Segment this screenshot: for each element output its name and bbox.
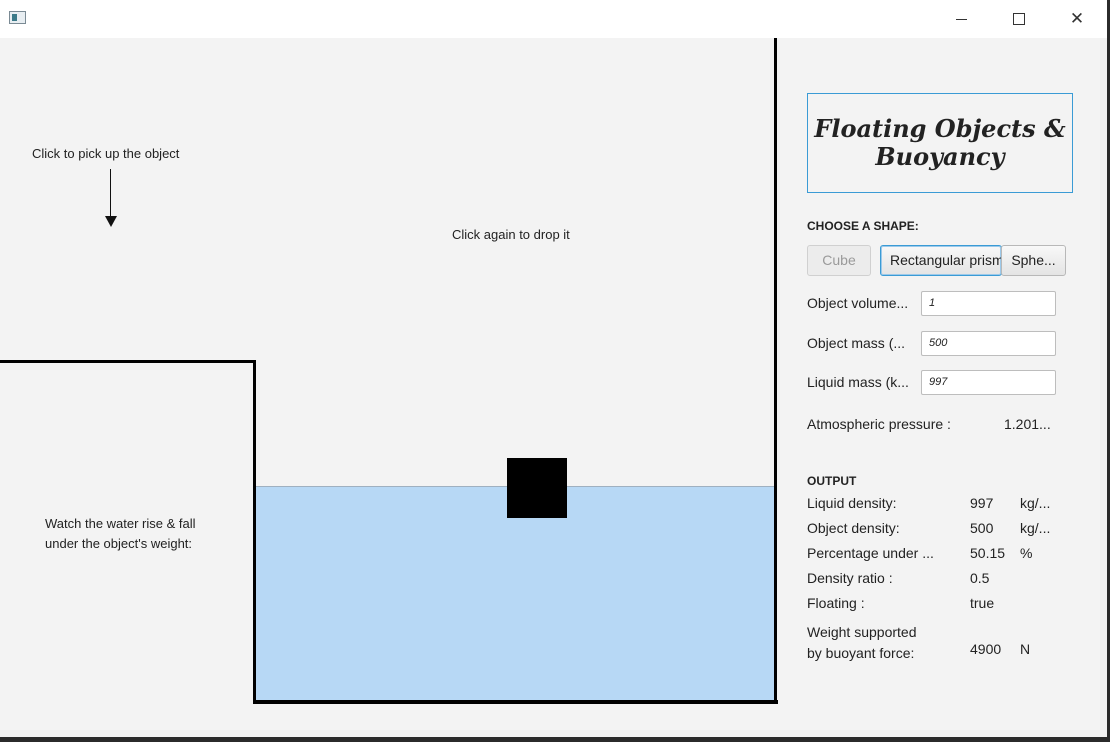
density-ratio-value: 0.5 — [970, 570, 990, 586]
output-heading: OUTPUT — [807, 474, 857, 488]
liquid-density-value: 997 — [970, 495, 994, 511]
weight-supported-unit: N — [1020, 641, 1031, 657]
percentage-under-unit: % — [1020, 545, 1033, 561]
atmospheric-pressure-value: 1.201... — [1004, 416, 1051, 432]
liquid-density-unit: kg/... — [1020, 495, 1051, 511]
floating-object[interactable] — [507, 458, 567, 518]
weight-supported-label: Weight supported by buoyant force: — [807, 622, 916, 664]
tank-right-wall — [774, 38, 777, 704]
app-window-icon — [9, 11, 26, 24]
floating-label: Floating : — [807, 595, 865, 611]
object-volume-label: Object volume... — [807, 295, 909, 311]
arrow-down-icon — [110, 169, 111, 219]
drop-instruction: Click again to drop it — [452, 227, 570, 242]
rectangular-prism-button[interactable]: Rectangular prism — [880, 245, 1002, 276]
cube-button[interactable]: Cube — [807, 245, 871, 276]
watch-label-line2: under the object's weight: — [45, 536, 193, 551]
object-volume-input[interactable]: 1 — [921, 291, 1056, 316]
app-title-box: Floating Objects & Buoyancy — [807, 93, 1073, 193]
app-title-line1: Floating Objects & — [814, 114, 1066, 143]
floating-value: true — [970, 595, 995, 611]
arrow-head-icon — [105, 216, 117, 227]
liquid-density-label: Liquid density: — [807, 495, 897, 511]
watch-water-instruction: Watch the water rise & fall under the ob… — [45, 514, 196, 554]
object-density-unit: kg/... — [1020, 520, 1051, 536]
minimize-icon — [955, 18, 967, 20]
object-mass-label: Object mass (... — [807, 335, 906, 351]
minimize-button[interactable] — [932, 0, 990, 38]
maximize-button[interactable] — [990, 0, 1048, 38]
ledge-top-wall — [0, 360, 255, 363]
app-title-line2: Buoyancy — [875, 142, 1005, 171]
close-button[interactable]: ✕ — [1048, 0, 1106, 38]
choose-shape-heading: CHOOSE A SHAPE: — [807, 219, 919, 233]
percentage-under-label: Percentage under ... — [807, 545, 934, 561]
pick-up-instruction: Click to pick up the object — [32, 146, 180, 161]
window-titlebar: ✕ — [0, 0, 1110, 38]
liquid-mass-input[interactable]: 997 — [921, 370, 1056, 395]
sphere-button[interactable]: Sphe... — [1001, 245, 1066, 276]
watch-label-line1: Watch the water rise & fall — [45, 516, 196, 531]
weight-supported-line2: by buoyant force: — [807, 645, 915, 661]
object-mass-input[interactable]: 500 — [921, 331, 1056, 356]
atmospheric-pressure-label: Atmospheric pressure : — [807, 416, 951, 432]
simulation-area[interactable]: Click to pick up the object Click again … — [0, 38, 778, 737]
object-density-label: Object density: — [807, 520, 900, 536]
object-density-value: 500 — [970, 520, 994, 536]
weight-supported-line1: Weight supported — [807, 624, 917, 640]
weight-supported-value: 4900 — [970, 641, 1002, 657]
maximize-icon — [1013, 13, 1025, 25]
liquid-mass-label: Liquid mass (k... — [807, 374, 909, 390]
app-title: Floating Objects & Buoyancy — [814, 115, 1065, 171]
percentage-under-value: 50.15 — [970, 545, 1006, 561]
density-ratio-label: Density ratio : — [807, 570, 893, 586]
close-icon: ✕ — [1069, 9, 1085, 29]
water-body — [256, 486, 774, 701]
tank-floor — [253, 700, 778, 704]
window-frame-bottom — [0, 737, 1110, 742]
